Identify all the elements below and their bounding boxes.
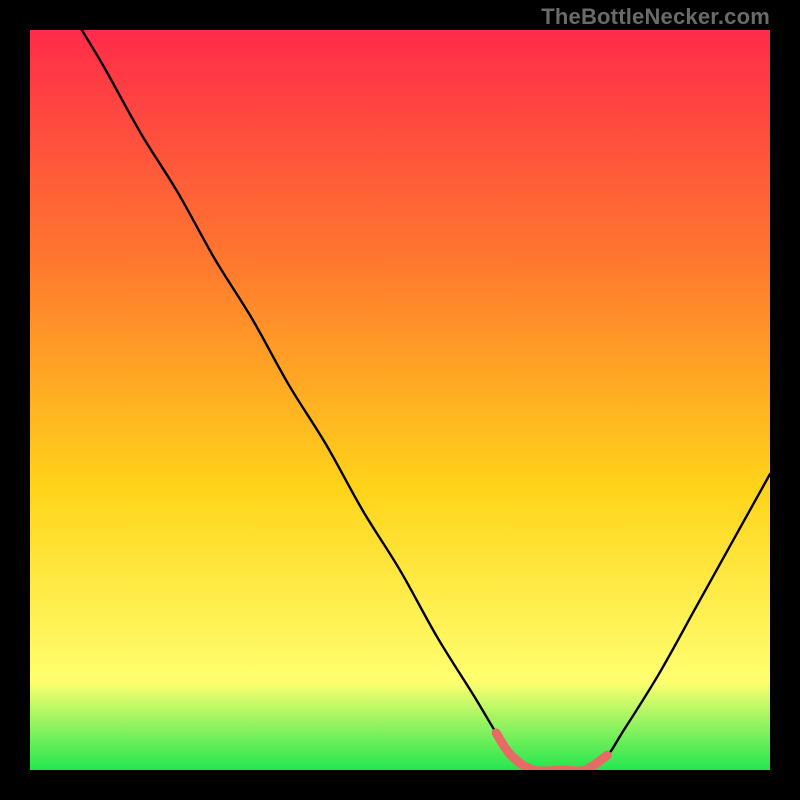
bottleneck-curve-svg [30,30,770,770]
bottleneck-curve [82,30,770,770]
valley-marker [496,733,607,770]
chart-frame [30,30,770,770]
watermark-text: TheBottleNecker.com [541,4,770,30]
